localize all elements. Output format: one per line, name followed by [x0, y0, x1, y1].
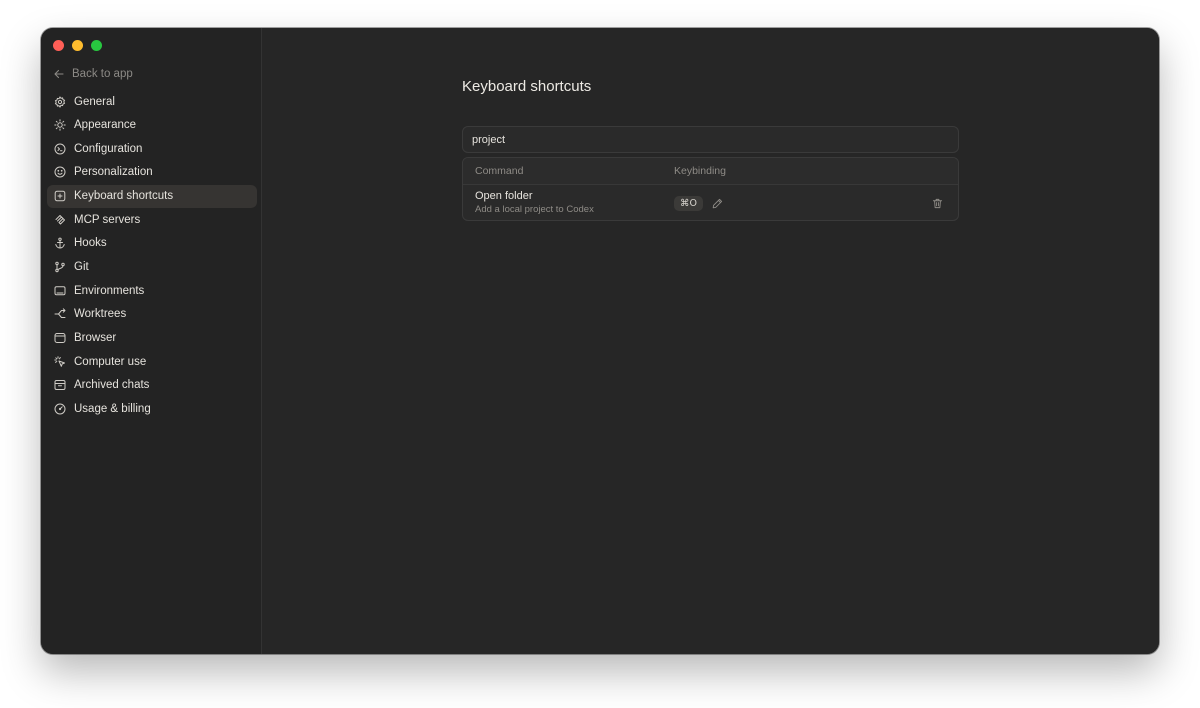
- sidebar-item-environments[interactable]: Environments: [47, 279, 257, 302]
- settings-window: Back to app General Appearance Configura…: [41, 28, 1159, 654]
- mcp-icon: [54, 214, 66, 226]
- git-branch-icon: [54, 261, 66, 273]
- window-controls: [53, 40, 102, 51]
- sun-icon: [54, 119, 66, 131]
- back-to-app-link[interactable]: Back to app: [53, 64, 133, 84]
- browser-icon: [54, 332, 66, 344]
- sidebar-item-label: Worktrees: [74, 308, 127, 321]
- search-input[interactable]: [462, 126, 959, 153]
- sidebar-item-general[interactable]: General: [47, 90, 257, 113]
- sidebar-item-hooks[interactable]: Hooks: [47, 232, 257, 255]
- sidebar-item-archived-chats[interactable]: Archived chats: [47, 374, 257, 397]
- back-to-app-label: Back to app: [72, 68, 133, 80]
- command-title: Open folder: [475, 189, 533, 202]
- archive-icon: [54, 379, 66, 391]
- shortcuts-table: Command Keybinding Open folder Add a loc…: [462, 157, 959, 221]
- sidebar: Back to app General Appearance Configura…: [41, 28, 262, 654]
- sidebar-item-label: Archived chats: [74, 379, 150, 392]
- sidebar-item-label: Usage & billing: [74, 402, 151, 415]
- sidebar-item-label: Environments: [74, 284, 145, 297]
- terminal-icon: [54, 143, 66, 155]
- cursor-click-icon: [54, 355, 66, 368]
- sidebar-item-label: Browser: [74, 331, 117, 344]
- monitor-icon: [54, 285, 66, 297]
- sidebar-item-label: Configuration: [74, 142, 143, 155]
- delete-shortcut-button[interactable]: [930, 196, 944, 210]
- gear-icon: [54, 95, 66, 108]
- sidebar-item-computer-use[interactable]: Computer use: [47, 350, 257, 373]
- keybinding-cell: ⌘O: [674, 195, 725, 211]
- sidebar-item-keyboard-shortcuts[interactable]: Keyboard shortcuts: [47, 184, 257, 208]
- main-content: Keyboard shortcuts Command Keybinding Op…: [262, 28, 1159, 654]
- anchor-icon: [54, 237, 66, 249]
- arrow-left-icon: [54, 69, 64, 79]
- sidebar-item-appearance[interactable]: Appearance: [47, 114, 257, 137]
- sidebar-item-label: Git: [74, 260, 89, 273]
- page-title: Keyboard shortcuts: [462, 78, 592, 95]
- zoom-window-button[interactable]: [91, 40, 102, 51]
- command-description: Add a local project to Codex: [475, 203, 594, 215]
- table-row: Open folder Add a local project to Codex…: [463, 185, 958, 220]
- sidebar-item-label: Personalization: [74, 166, 153, 179]
- sidebar-item-usage-billing[interactable]: Usage & billing: [47, 397, 257, 420]
- command-cell: Open folder Add a local project to Codex: [463, 190, 674, 217]
- sidebar-item-worktrees[interactable]: Worktrees: [47, 303, 257, 326]
- sidebar-item-browser[interactable]: Browser: [47, 326, 257, 349]
- column-header-keybinding: Keybinding: [674, 165, 726, 177]
- sidebar-item-configuration[interactable]: Configuration: [47, 137, 257, 160]
- sidebar-item-git[interactable]: Git: [47, 255, 257, 278]
- sidebar-item-label: General: [74, 95, 115, 108]
- sidebar-item-label: Appearance: [74, 119, 137, 132]
- pencil-icon: [713, 198, 723, 208]
- trash-icon: [932, 198, 942, 208]
- smile-icon: [54, 166, 66, 178]
- worktree-icon: [54, 308, 66, 320]
- sidebar-item-label: MCP servers: [74, 213, 141, 226]
- keyboard-icon: [54, 190, 66, 202]
- sidebar-item-personalization[interactable]: Personalization: [47, 161, 257, 184]
- keybinding-badge[interactable]: ⌘O: [674, 195, 703, 211]
- gauge-icon: [54, 403, 66, 415]
- column-header-command: Command: [475, 165, 524, 177]
- edit-keybinding-button[interactable]: [711, 196, 725, 210]
- sidebar-item-label: Keyboard shortcuts: [74, 190, 174, 203]
- close-window-button[interactable]: [53, 40, 64, 51]
- settings-nav: General Appearance Configuration Persona…: [47, 90, 257, 421]
- sidebar-item-label: Hooks: [74, 237, 107, 250]
- minimize-window-button[interactable]: [72, 40, 83, 51]
- table-header: Command Keybinding: [463, 158, 958, 185]
- sidebar-item-mcp-servers[interactable]: MCP servers: [47, 208, 257, 231]
- sidebar-item-label: Computer use: [74, 355, 147, 368]
